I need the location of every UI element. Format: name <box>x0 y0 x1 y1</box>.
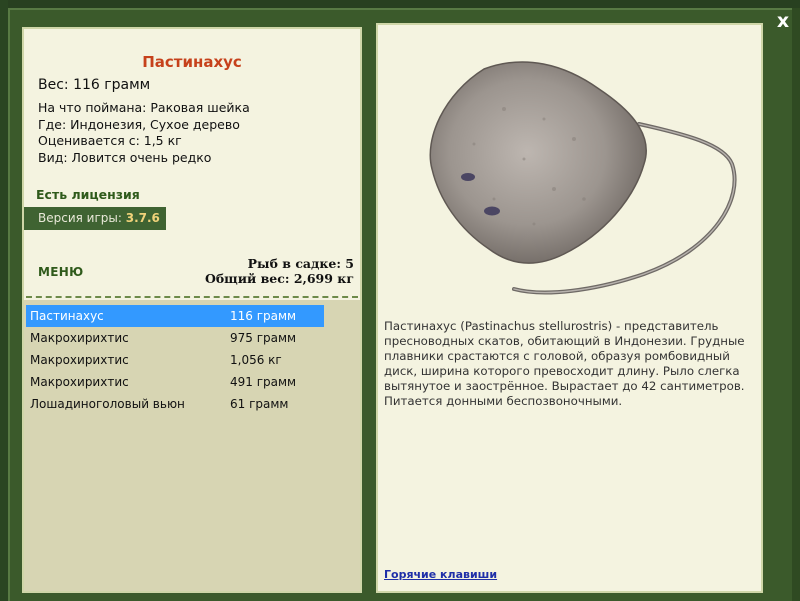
fish-description-panel: Пастинахус (Pastinachus stellurostris) -… <box>376 23 763 593</box>
license-status: Есть лицензия <box>36 187 140 202</box>
list-item[interactable]: Макрохирихтис 975 грамм <box>26 327 358 349</box>
list-item[interactable]: Макрохирихтис 491 грамм <box>26 371 358 393</box>
location-info: Где: Индонезия, Сухое дерево <box>38 116 240 132</box>
version-value: 3.7.6 <box>125 211 160 225</box>
fish-count: Рыб в садке: 5 <box>247 256 354 271</box>
list-item-name: Макрохирихтис <box>30 375 129 389</box>
total-weight: Общий вес: 2,699 кг <box>204 271 354 286</box>
version-badge: Версия игры: 3.7.6 <box>24 207 166 230</box>
fish-title: Пастинахус <box>142 53 242 71</box>
bait-info: На что поймана: Раковая шейка <box>38 100 250 115</box>
list-item-weight: 491 грамм <box>230 375 297 389</box>
keepnet-stats: Рыб в садке: 5 Общий вес: 2,699 кг <box>205 256 354 286</box>
catch-list: Пастинахус 116 грамм Макрохирихтис 975 г… <box>26 305 358 415</box>
list-item-name: Лошадиноголовый вьюн <box>30 397 185 411</box>
list-item-weight: 116 грамм <box>230 309 297 323</box>
version-label: Версия игры: <box>38 211 126 225</box>
value-info: Оценивается с: 1,5 кг <box>38 133 182 148</box>
list-item-weight: 975 грамм <box>230 331 297 345</box>
close-button[interactable]: x <box>772 10 794 32</box>
list-item-weight: 61 грамм <box>230 397 289 411</box>
background-stripe <box>0 0 8 601</box>
list-item[interactable]: Макрохирихтис 1,056 кг <box>26 349 358 371</box>
menu-button[interactable]: МЕНЮ <box>38 265 83 279</box>
list-item-name: Пастинахус <box>30 309 104 323</box>
fish-description: Пастинахус (Pastinachus stellurostris) -… <box>384 319 745 408</box>
rarity-info: Вид: Ловится очень редко <box>38 149 212 165</box>
fish-details: На что поймана: Раковая шейка Где: Индон… <box>38 100 250 166</box>
fish-weight: Вес: 116 грамм <box>38 77 151 93</box>
list-item-name: Макрохирихтис <box>30 331 129 345</box>
catch-info-panel: Пастинахус Вес: 116 грамм На что поймана… <box>22 27 362 593</box>
list-item-name: Макрохирихтис <box>30 353 129 367</box>
list-item[interactable]: Пастинахус 116 грамм <box>26 305 324 327</box>
list-item-weight: 1,056 кг <box>230 353 282 367</box>
list-item[interactable]: Лошадиноголовый вьюн 61 грамм <box>26 393 358 415</box>
background-stripe <box>0 0 800 8</box>
hotkeys-link[interactable]: Горячие клавиши <box>384 568 497 581</box>
divider <box>26 296 358 298</box>
stingray-image <box>429 61 737 295</box>
